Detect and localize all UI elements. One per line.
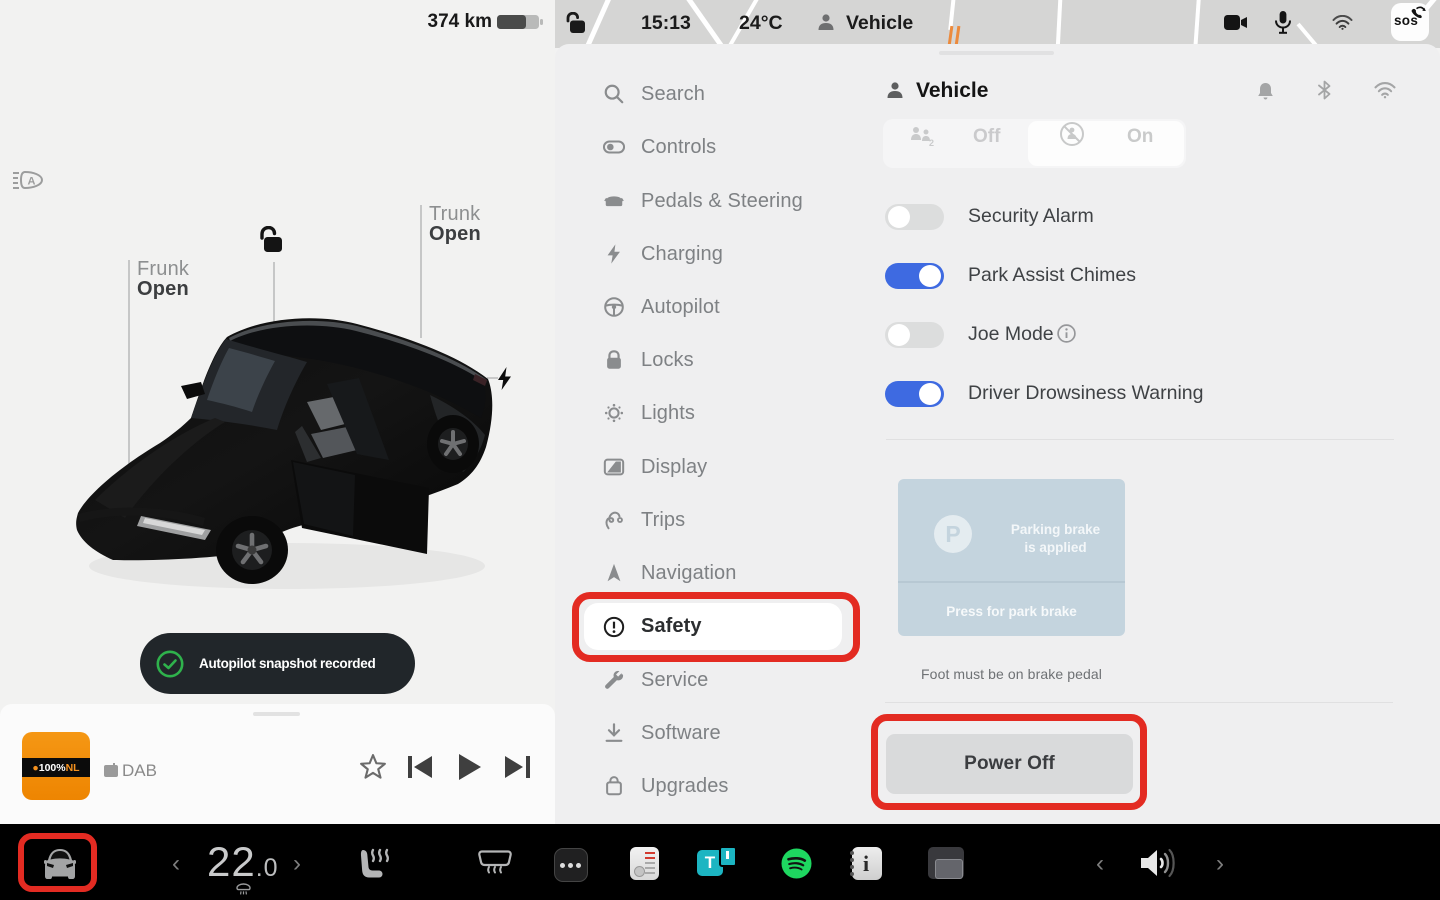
- svg-text:2: 2: [929, 138, 934, 148]
- svg-text:A: A: [28, 176, 36, 188]
